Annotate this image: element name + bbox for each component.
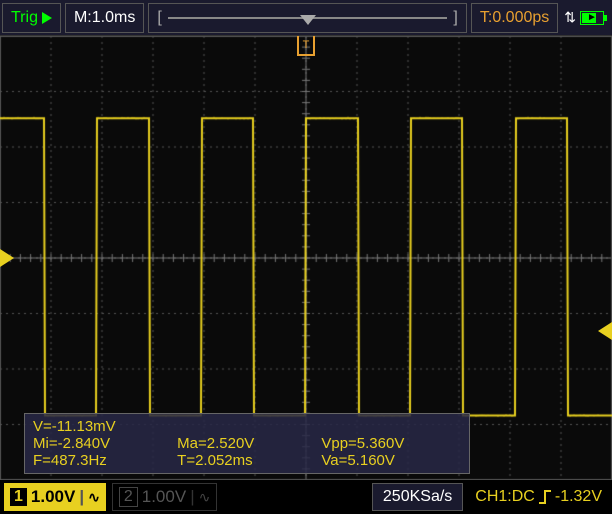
trigger-status: Trig xyxy=(2,3,61,33)
trig-label: Trig xyxy=(11,9,38,27)
channel-1-vdiv[interactable]: 1 1.00V | ∿ xyxy=(4,483,106,511)
divider: | xyxy=(79,487,84,507)
slider-track xyxy=(168,17,448,19)
trigger-offset-readout[interactable]: T:0.000ps xyxy=(471,3,558,33)
meas-period: T=2.052ms xyxy=(177,452,317,469)
channel-1-badge: 1 xyxy=(10,488,27,506)
top-bar: Trig M:1.0ms [ ] T:0.000ps ⇅ ► xyxy=(0,0,612,36)
run-icon xyxy=(42,12,52,24)
trigger-level-value: -1.32V xyxy=(555,488,602,506)
divider: | xyxy=(190,487,194,507)
meas-vavg: Va=5.160V xyxy=(321,452,461,469)
slider-right-bracket: ] xyxy=(453,9,457,27)
channel-1-vdiv-value: 1.00V xyxy=(31,487,75,507)
trigger-position-marker-icon: T xyxy=(297,36,315,56)
horizontal-position-slider[interactable]: [ ] xyxy=(148,3,467,33)
sample-rate-readout[interactable]: 250KSa/s xyxy=(372,483,463,511)
channel-zero-marker-icon xyxy=(0,249,14,267)
trigger-info[interactable]: CH1:DC -1.32V xyxy=(469,485,608,509)
timebase-readout[interactable]: M:1.0ms xyxy=(65,3,144,33)
rising-edge-icon xyxy=(539,490,551,504)
status-icons: ⇅ ► xyxy=(558,9,610,26)
trigger-level-marker-icon xyxy=(598,322,612,340)
meas-vmean: V=-11.13mV xyxy=(33,418,173,435)
meas-max: Ma=2.520V xyxy=(177,435,317,452)
usb-icon: ⇅ xyxy=(564,9,576,26)
slider-handle-icon[interactable] xyxy=(300,15,316,25)
charging-icon: ► xyxy=(587,12,597,23)
measurements-panel: V=-11.13mV Mi=-2.840V Ma=2.520V Vpp=5.36… xyxy=(24,413,470,474)
coupling-icon: ∿ xyxy=(199,489,211,506)
bottom-bar: 1 1.00V | ∿ 2 1.00V | ∿ 250KSa/s CH1:DC … xyxy=(0,480,612,514)
channel-2-vdiv-value: 1.00V xyxy=(142,487,186,507)
slider-left-bracket: [ xyxy=(157,9,161,27)
meas-freq: F=487.3Hz xyxy=(33,452,173,469)
waveform-display[interactable]: T V=-11.13mV Mi=-2.840V Ma=2.520V Vpp=5.… xyxy=(0,36,612,480)
channel-2-badge: 2 xyxy=(119,487,138,507)
meas-vpp: Vpp=5.360V xyxy=(321,435,461,452)
channel-2-vdiv[interactable]: 2 1.00V | ∿ xyxy=(112,483,218,511)
battery-icon: ► xyxy=(580,11,604,25)
trigger-channel: CH1:DC xyxy=(475,488,535,506)
coupling-icon: ∿ xyxy=(88,489,100,506)
meas-min: Mi=-2.840V xyxy=(33,435,173,452)
